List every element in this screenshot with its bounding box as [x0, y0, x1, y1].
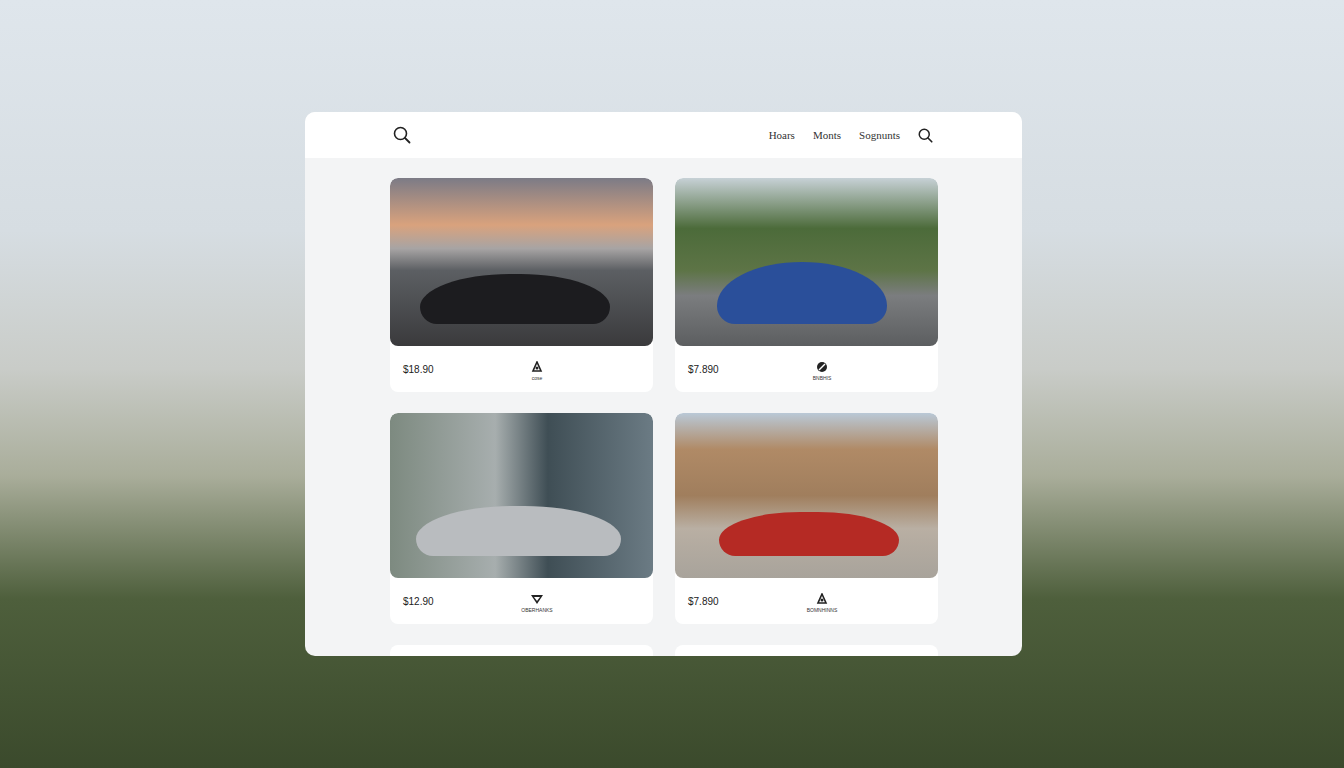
- brand: BOMNHINNS: [792, 589, 852, 613]
- car-card[interactable]: $7.890 BOMNHINNS: [675, 413, 938, 624]
- brand-logo-icon: [530, 593, 544, 605]
- card-footer: $7.890 BOMNHINNS: [675, 578, 938, 624]
- card-footer: $7.890 BNBHIS: [675, 346, 938, 392]
- brand-label: BOMNHINNS: [807, 607, 838, 613]
- car-photo: [675, 178, 938, 346]
- brand-logo-icon: [816, 593, 828, 605]
- car-shape: [717, 262, 887, 324]
- page-background: Hoars Monts Sognunts $18.90 cose $7.890 BNBHIS…: [0, 0, 1344, 768]
- brand: OBERHANKS: [507, 589, 567, 613]
- car-card[interactable]: $18.90 cose: [390, 178, 653, 392]
- brand-label: BNBHIS: [813, 375, 832, 381]
- brand-logo-icon: [816, 361, 828, 373]
- car-card[interactable]: [675, 645, 938, 656]
- price: $7.890: [688, 364, 792, 375]
- top-bar: Hoars Monts Sognunts: [305, 112, 1022, 158]
- card-footer: $18.90 cose: [390, 346, 653, 392]
- card-footer: $12.90 OBERHANKS: [390, 578, 653, 624]
- car-shape: [420, 274, 610, 324]
- search-icon[interactable]: [918, 128, 933, 143]
- brand: BNBHIS: [792, 357, 852, 381]
- price: $18.90: [403, 364, 507, 375]
- nav-item[interactable]: Monts: [813, 129, 841, 141]
- content: $18.90 cose $7.890 BNBHIS $12.90 OBERHANKS $7.…: [305, 158, 1022, 656]
- price: $7.890: [688, 596, 792, 607]
- card-grid: $18.90 cose $7.890 BNBHIS $12.90 OBERHANKS $7.…: [390, 178, 1022, 624]
- car-photo: [390, 413, 653, 578]
- brand: cose: [507, 357, 567, 381]
- brand-label: cose: [532, 375, 543, 381]
- car-card[interactable]: $7.890 BNBHIS: [675, 178, 938, 392]
- brand-label: OBERHANKS: [521, 607, 552, 613]
- car-shape: [416, 506, 621, 556]
- brand-logo-icon: [531, 361, 543, 373]
- car-shape: [719, 512, 899, 556]
- nav-item[interactable]: Hoars: [769, 129, 795, 141]
- search-icon[interactable]: [393, 126, 411, 144]
- app-window: Hoars Monts Sognunts $18.90 cose $7.890 BNBHIS…: [305, 112, 1022, 656]
- car-photo: [675, 413, 938, 578]
- car-card[interactable]: [390, 645, 653, 656]
- price: $12.90: [403, 596, 507, 607]
- car-photo: [390, 178, 653, 346]
- car-card[interactable]: $12.90 OBERHANKS: [390, 413, 653, 624]
- nav-item[interactable]: Sognunts: [859, 129, 900, 141]
- next-row: [390, 645, 1022, 656]
- nav: Hoars Monts Sognunts: [769, 128, 933, 143]
